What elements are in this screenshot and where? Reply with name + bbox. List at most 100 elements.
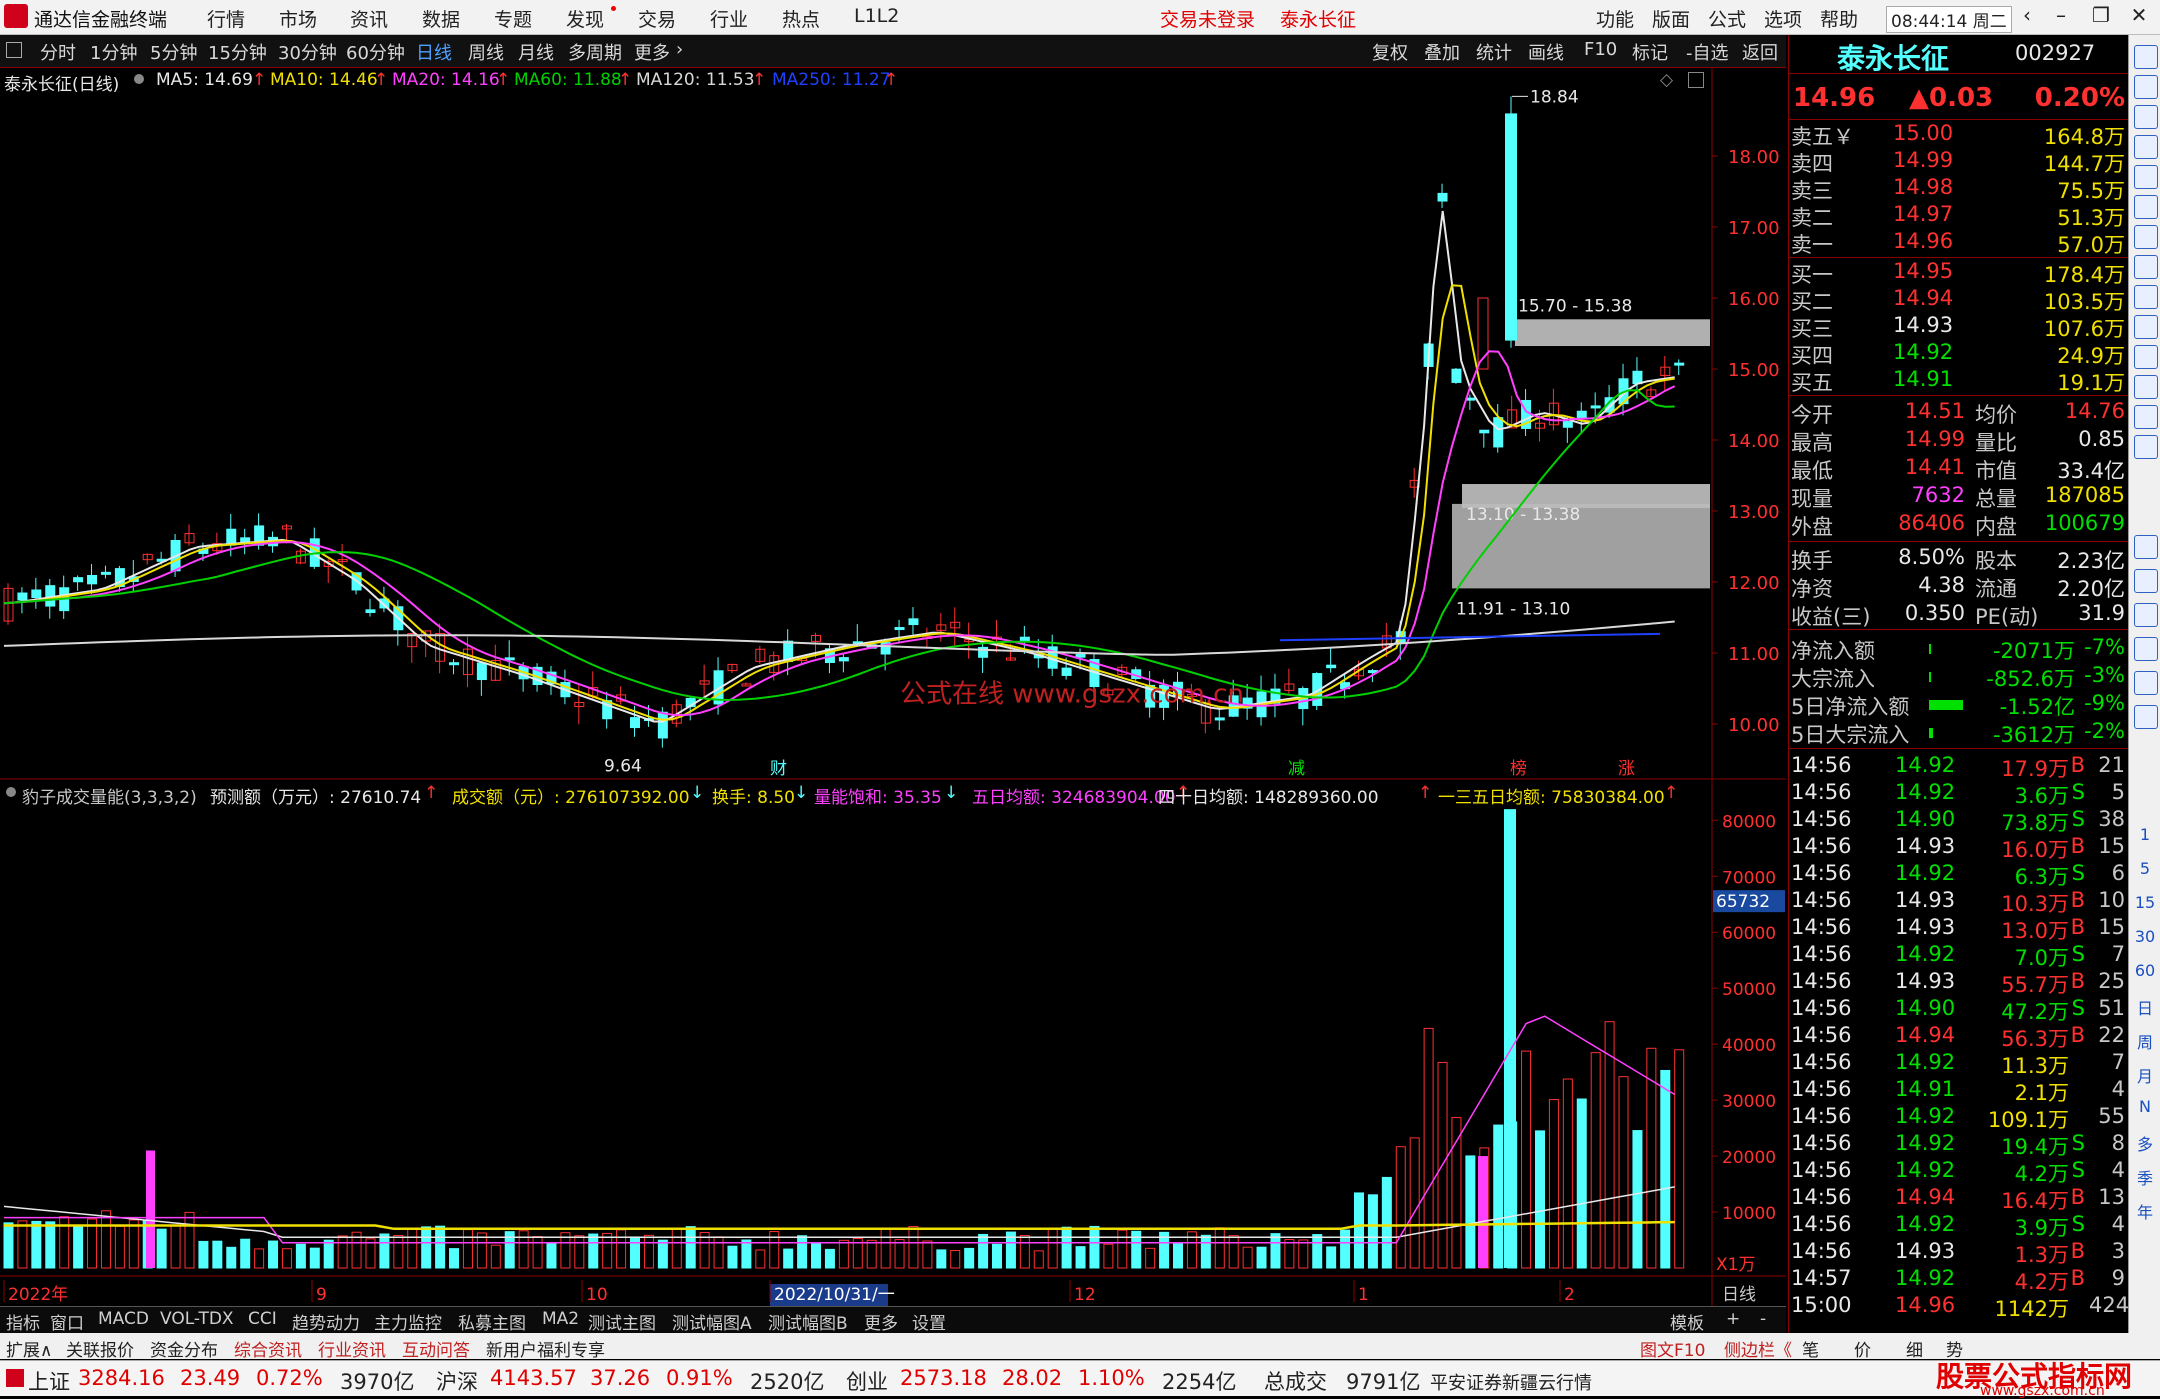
book-icon[interactable] [2134,135,2158,159]
tab-new-user-benefit[interactable]: 新用户福利专享 [486,1336,605,1361]
menu-item-l1l2[interactable]: L1L2 [854,5,899,27]
btn-adjust[interactable]: 复权 [1372,39,1408,65]
period-more[interactable]: 更多 [634,39,670,65]
tab-main-monitor[interactable]: 主力监控 [374,1309,442,1334]
panel-toggle-icon[interactable] [6,42,22,58]
side-period-9[interactable]: 多 [2133,1131,2157,1155]
side-period-3[interactable]: 30 [2133,927,2157,946]
move-icon[interactable] [2134,603,2158,627]
back-arrow-icon[interactable]: ‹ [2010,3,2044,31]
side-period-6[interactable]: 周 [2133,1029,2157,1053]
side-period-10[interactable]: 季 [2133,1165,2157,1189]
close-icon[interactable]: ✕ [2122,3,2156,31]
btn-draw[interactable]: 画线 [1528,39,1564,65]
side-period-2[interactable]: 15 [2133,893,2157,912]
tab-more[interactable]: 更多 [864,1309,898,1334]
gear-icon[interactable] [2134,705,2158,729]
tab-f10-graphic[interactable]: 图文F10 [1640,1336,1705,1361]
chevron-right-icon[interactable]: › [676,39,683,60]
menu-item-hot[interactable]: 热点 [782,5,820,32]
btn-mark[interactable]: 标记 [1632,39,1668,65]
period-60min[interactable]: 60分钟 [346,39,405,65]
grid-icon[interactable] [2134,315,2158,339]
tab-test-sub-b[interactable]: 测试幅图B [768,1309,848,1334]
period-5min[interactable]: 5分钟 [150,39,197,65]
table-icon[interactable] [2134,165,2158,189]
btn-stats[interactable]: 统计 [1476,39,1512,65]
menu-item-industry[interactable]: 行业 [710,5,748,32]
tab-indicator[interactable]: 指标 [6,1309,40,1334]
period-1min[interactable]: 1分钟 [90,39,137,65]
side-period-5[interactable]: 日 [2133,995,2157,1019]
circle-icon[interactable] [2134,435,2158,459]
down-arrow-icon[interactable] [2134,105,2158,129]
menu-item-discover[interactable]: 发现 [566,5,604,32]
btn-watchlist-remove[interactable]: -自选 [1686,39,1729,65]
side-period-4[interactable]: 60 [2133,961,2157,980]
star-icon[interactable] [2134,569,2158,593]
tab-vol-tdx[interactable]: VOL-TDX [160,1309,234,1329]
window-toggle-icon[interactable] [1688,72,1704,88]
btn-back[interactable]: 返回 [1742,39,1778,65]
period-30min[interactable]: 30分钟 [278,39,337,65]
tab-industry-news[interactable]: 行业资讯 [318,1336,386,1361]
kline-chart[interactable]: 18.00 17.00 16.00 15.00 14.00 13.00 12.00 11.00… [0,68,1786,1306]
index-sh-label[interactable]: 上证 [28,1366,70,1396]
tab-settings[interactable]: 设置 [912,1309,946,1334]
menu-item-topics[interactable]: 专题 [494,5,532,32]
restore-icon[interactable]: ❐ [2084,3,2118,31]
tab-macd[interactable]: MACD [98,1309,149,1329]
index-cy-label[interactable]: 创业 [846,1366,888,1396]
menu-item-options[interactable]: 选项 [1764,5,1802,32]
tab-detail[interactable]: 细 [1906,1336,1923,1361]
news-icon[interactable] [2134,345,2158,369]
side-period-7[interactable]: 月 [2133,1063,2157,1087]
fs-icon[interactable] [2134,671,2158,695]
menu-item-help[interactable]: 帮助 [1820,5,1858,32]
tab-cci[interactable]: CCI [248,1309,277,1329]
pencil-icon[interactable] [2134,637,2158,661]
tab-expand[interactable]: 扩展∧ [6,1336,52,1361]
side-period-8[interactable]: N [2133,1097,2157,1116]
side-period-0[interactable]: 1 [2133,825,2157,844]
tab-qa[interactable]: 互动问答 [402,1336,470,1361]
period-multi[interactable]: 多周期 [568,39,622,65]
btn-overlay[interactable]: 叠加 [1424,39,1460,65]
tab-test-sub-a[interactable]: 测试幅图A [672,1309,752,1334]
tab-private-main[interactable]: 私募主图 [458,1309,526,1334]
period-weekly[interactable]: 周线 [468,39,504,65]
settings-dot-icon[interactable] [6,787,16,797]
tab-test-main[interactable]: 测试主图 [588,1309,656,1334]
period-15min[interactable]: 15分钟 [208,39,267,65]
chart-icon[interactable] [2134,195,2158,219]
tab-trend-power[interactable]: 趋势动力 [292,1309,360,1334]
wave-icon[interactable] [2134,535,2158,559]
period-daily[interactable]: 日线 [416,39,452,65]
period-timeshare[interactable]: 分时 [40,39,76,65]
tab-ma2[interactable]: MA2 [542,1309,579,1329]
add-pane-button[interactable]: + [1726,1309,1740,1329]
side-period-11[interactable]: 年 [2133,1199,2157,1223]
tab-price[interactable]: 价 [1854,1336,1871,1361]
menu-item-news[interactable]: 资讯 [350,5,388,32]
menu-item-layout[interactable]: 版面 [1652,5,1690,32]
f2-icon[interactable] [2134,375,2158,399]
menu-item-trade[interactable]: 交易 [638,5,676,32]
broker-name[interactable]: 平安证券新疆云行情 [1430,1369,1592,1395]
tab-sidebar[interactable]: 侧边栏《 [1724,1336,1792,1361]
tab-composite-news[interactable]: 综合资讯 [234,1336,302,1361]
tab-related-quotes[interactable]: 关联报价 [66,1336,134,1361]
tab-fund-distribution[interactable]: 资金分布 [150,1336,218,1361]
minimize-icon[interactable]: – [2044,3,2078,31]
period-monthly[interactable]: 月线 [518,39,554,65]
tab-pen[interactable]: 笔 [1802,1336,1819,1361]
f10-icon[interactable] [2134,285,2158,309]
menu-item-data[interactable]: 数据 [422,5,460,32]
tab-window[interactable]: 窗口 [50,1309,84,1334]
menu-item-function[interactable]: 功能 [1596,5,1634,32]
login-status[interactable]: 交易未登录 [1160,5,1255,32]
menu-item-formula[interactable]: 公式 [1708,5,1746,32]
diamond-icon[interactable]: ◇ [1660,70,1673,90]
money-icon[interactable] [2134,405,2158,429]
template-button[interactable]: 模板 [1670,1309,1704,1334]
